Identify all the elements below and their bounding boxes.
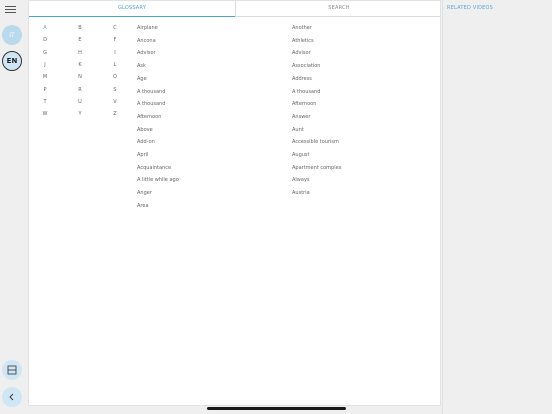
letter-j[interactable]: J <box>41 62 49 68</box>
glossary-word[interactable]: August <box>292 152 310 158</box>
glossary-word[interactable]: Address <box>292 76 312 82</box>
hamburger-menu-icon[interactable] <box>5 4 16 15</box>
related-videos-title: RELATED VIDEOS <box>447 5 494 11</box>
glossary-word[interactable]: Apartment complex <box>292 165 342 171</box>
glossary-word[interactable]: Anger <box>137 190 152 196</box>
glossary-word[interactable]: Ancona <box>137 38 156 44</box>
letter-o[interactable]: O <box>111 74 119 80</box>
letter-v[interactable]: V <box>111 99 119 105</box>
chevron-left-icon <box>9 393 14 401</box>
back-button[interactable] <box>2 387 22 407</box>
glossary-word[interactable]: A thousand <box>292 89 320 95</box>
letter-p[interactable]: P <box>41 87 49 93</box>
letter-g[interactable]: G <box>41 50 49 56</box>
home-indicator[interactable] <box>207 407 346 410</box>
letter-u[interactable]: U <box>76 99 84 105</box>
glossary-word[interactable]: Area <box>137 203 149 209</box>
letter-a[interactable]: A <box>41 25 49 31</box>
glossary-word[interactable]: Athletics <box>292 38 314 44</box>
letter-m[interactable]: M <box>41 74 49 80</box>
glossary-word[interactable]: Advisor <box>292 50 311 56</box>
letter-z[interactable]: Z <box>111 111 119 117</box>
glossary-word[interactable]: Always <box>292 177 310 183</box>
glossary-word[interactable]: Aunt <box>292 127 304 133</box>
letter-k[interactable]: K <box>76 62 84 68</box>
letter-t[interactable]: T <box>41 99 49 105</box>
letter-b[interactable]: B <box>76 25 84 31</box>
language-en-button[interactable]: EN <box>2 51 22 71</box>
glossary-word[interactable]: April <box>137 152 148 158</box>
letter-c[interactable]: C <box>111 25 119 31</box>
letter-e[interactable]: E <box>76 37 84 43</box>
glossary-word[interactable]: Association <box>292 63 320 69</box>
glossary-word[interactable]: Another <box>292 25 312 31</box>
tab-glossary[interactable]: GLOSSARY <box>29 1 235 17</box>
letter-h[interactable]: H <box>76 50 84 56</box>
glossary-word[interactable]: Add-on <box>137 139 155 145</box>
letter-y[interactable]: Y <box>76 111 84 117</box>
letter-f[interactable]: F <box>111 37 119 43</box>
glossary-panel: GLOSSARY SEARCH A B C D E F G H I J K L M N O P R S T U V W Y Z… <box>28 0 441 406</box>
glossary-word[interactable]: Above <box>137 127 153 133</box>
letter-r[interactable]: R <box>76 87 84 93</box>
glossary-word[interactable]: Ask <box>137 63 146 69</box>
language-it-button[interactable]: IT <box>2 25 22 45</box>
letter-w[interactable]: W <box>41 111 49 117</box>
glossary-word[interactable]: A little while ago <box>137 177 179 183</box>
glossary-word[interactable]: Afternoon <box>292 101 316 107</box>
panel-divider <box>442 0 443 414</box>
glossary-word[interactable]: Austria <box>292 190 310 196</box>
glossary-word[interactable]: Airplane <box>137 25 158 31</box>
letter-i[interactable]: I <box>111 50 119 56</box>
letter-l[interactable]: L <box>111 62 119 68</box>
glossary-word[interactable]: Age <box>137 76 147 82</box>
letter-d[interactable]: D <box>41 37 49 43</box>
glossary-word[interactable]: A thousand <box>137 89 165 95</box>
split-view-button[interactable] <box>2 360 22 380</box>
letter-s[interactable]: S <box>111 87 119 93</box>
tab-search[interactable]: SEARCH <box>235 1 442 16</box>
sidebar: IT EN <box>0 0 24 414</box>
glossary-word[interactable]: Accessible tourism <box>292 139 339 145</box>
glossary-word[interactable]: Answer <box>292 114 310 120</box>
tab-bar: GLOSSARY SEARCH <box>29 1 440 17</box>
letter-n[interactable]: N <box>76 74 84 80</box>
glossary-word[interactable]: A thousand <box>137 101 165 107</box>
glossary-word[interactable]: Advisor <box>137 50 156 56</box>
glossary-word[interactable]: Acquaintance <box>137 165 171 171</box>
split-view-icon <box>7 365 17 375</box>
glossary-word[interactable]: Afternoon <box>137 114 161 120</box>
